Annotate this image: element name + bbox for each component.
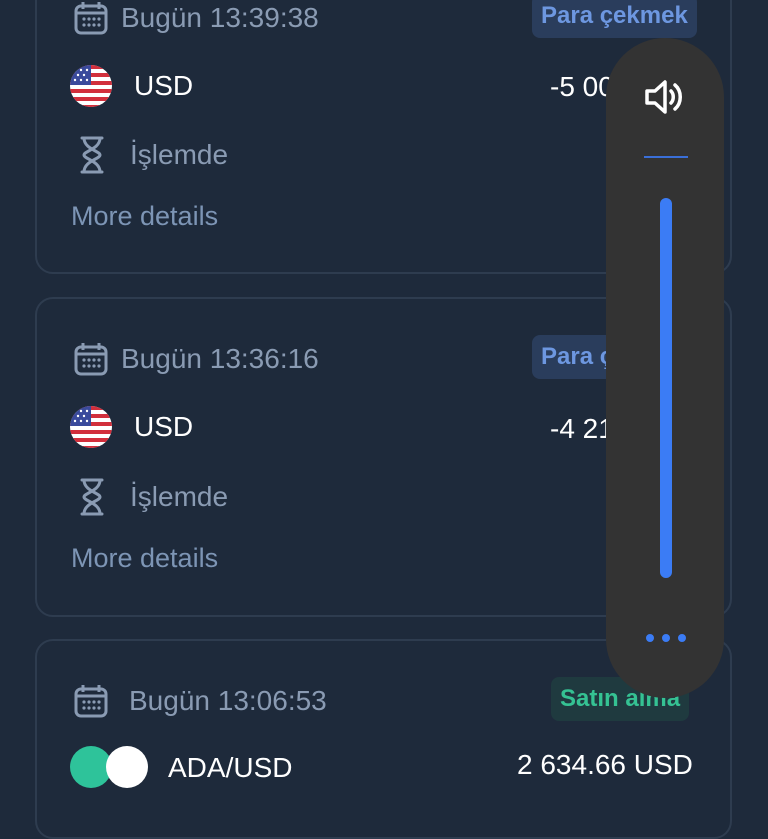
calendar-icon — [73, 683, 109, 719]
more-details-link[interactable]: More details — [71, 543, 218, 574]
transaction-type-badge: Para çekmek — [532, 0, 697, 38]
currency-label: USD — [134, 411, 194, 442]
more-dots-icon[interactable] — [646, 626, 686, 650]
hourglass-icon — [78, 135, 106, 175]
volume-level-fill — [660, 198, 672, 578]
more-details-link[interactable]: More details — [71, 201, 218, 232]
calendar-icon — [73, 0, 109, 36]
transaction-date: Bugün 13:06:53 — [129, 685, 327, 716]
ada-usd-pair-icon — [70, 746, 150, 790]
transaction-amount: -4 21 — [550, 413, 614, 444]
calendar-icon — [73, 341, 109, 377]
cardano-icon — [106, 746, 148, 788]
transaction-amount: -5 00 — [550, 71, 614, 102]
status-row: İşlemde — [78, 476, 228, 518]
transaction-status: İşlemde — [130, 481, 229, 512]
transaction-date-row: Bugün 13:06:53 — [73, 681, 327, 721]
volume-panel[interactable] — [606, 38, 724, 698]
volume-divider — [644, 156, 688, 158]
us-flag-icon — [70, 65, 112, 107]
currency-row: ADA/USD — [70, 746, 292, 790]
transaction-amount: 2 634.66 USD — [517, 749, 693, 780]
currency-row: USD — [70, 405, 193, 449]
status-row: İşlemde — [78, 134, 228, 176]
transaction-date: Bugün 13:36:16 — [121, 343, 319, 374]
us-flag-icon — [70, 406, 112, 448]
volume-slider[interactable] — [660, 198, 672, 578]
hourglass-icon — [78, 477, 106, 517]
currency-row: USD — [70, 64, 193, 108]
speaker-icon[interactable] — [644, 78, 686, 116]
transaction-status: İşlemde — [130, 139, 229, 170]
transaction-date-row: Bugün 13:39:38 — [73, 0, 319, 38]
currency-label: USD — [134, 70, 194, 101]
transaction-date-row: Bugün 13:36:16 — [73, 339, 319, 379]
transaction-date: Bugün 13:39:38 — [121, 2, 319, 33]
currency-label: ADA/USD — [168, 752, 293, 783]
